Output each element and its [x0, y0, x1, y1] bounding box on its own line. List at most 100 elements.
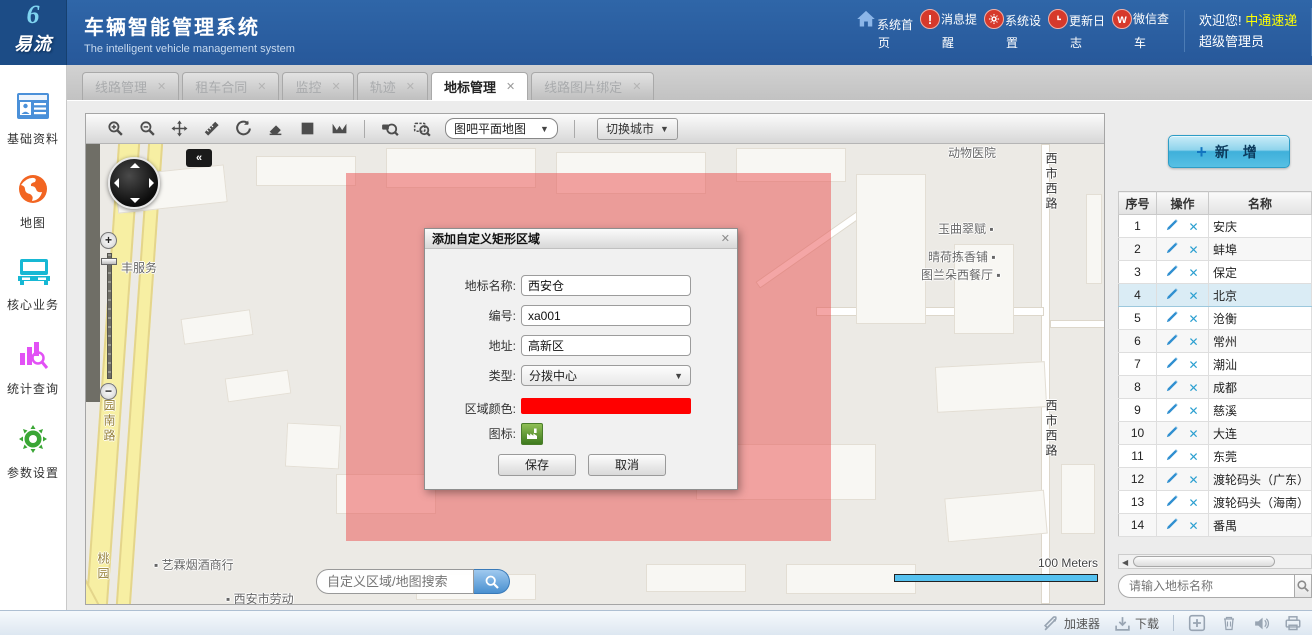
- code-field[interactable]: [521, 305, 691, 326]
- sidebar-item-map[interactable]: 地图: [0, 173, 66, 231]
- edit-icon[interactable]: [1166, 266, 1179, 280]
- tab-close-icon[interactable]: ✕: [331, 80, 340, 93]
- delete-icon[interactable]: ✕: [1188, 335, 1198, 349]
- zoom-out-button[interactable]: −: [100, 383, 117, 400]
- sidebar-item-parameters[interactable]: 参数设置: [0, 423, 66, 481]
- sound-button[interactable]: [1252, 614, 1270, 632]
- table-row[interactable]: 10✕大连: [1119, 422, 1312, 445]
- col-actions[interactable]: 操作: [1157, 192, 1209, 215]
- type-dropdown[interactable]: 分拨中心 ▼: [521, 365, 691, 386]
- nav-wechat[interactable]: w微信查车: [1108, 8, 1172, 51]
- tab-close-icon[interactable]: ✕: [632, 80, 641, 93]
- tab-close-icon[interactable]: ✕: [157, 80, 166, 93]
- delete-icon[interactable]: ✕: [1188, 404, 1198, 418]
- tab-3[interactable]: 轨迹✕: [357, 72, 428, 100]
- area-search-icon[interactable]: [413, 120, 431, 138]
- accelerator-button[interactable]: 加速器: [1043, 615, 1100, 632]
- delete-icon[interactable]: ✕: [1188, 519, 1198, 533]
- zoom-out-icon[interactable]: [138, 120, 156, 138]
- map-search-input[interactable]: [316, 569, 474, 594]
- tab-close-icon[interactable]: ✕: [506, 80, 515, 93]
- landmark-search-button[interactable]: [1295, 574, 1312, 598]
- edit-icon[interactable]: [1166, 519, 1179, 533]
- edit-icon[interactable]: [1166, 473, 1179, 487]
- edit-icon[interactable]: [1166, 358, 1179, 372]
- address-field[interactable]: [521, 335, 691, 356]
- delete-icon[interactable]: ✕: [1188, 312, 1198, 326]
- edit-icon[interactable]: [1166, 243, 1179, 257]
- nav-settings[interactable]: 系统设置: [980, 8, 1044, 51]
- close-icon[interactable]: ✕: [721, 232, 730, 245]
- table-row[interactable]: 6✕常州: [1119, 330, 1312, 353]
- delete-icon[interactable]: ✕: [1188, 473, 1198, 487]
- landmark-icon-picker[interactable]: [521, 423, 543, 445]
- col-index[interactable]: 序号: [1119, 192, 1157, 215]
- collapse-panel-button[interactable]: «: [186, 149, 212, 167]
- delete-icon[interactable]: ✕: [1188, 220, 1198, 234]
- tab-1[interactable]: 租车合同✕: [182, 72, 279, 100]
- scroll-left-icon[interactable]: ◀: [1122, 558, 1128, 567]
- delete-icon[interactable]: ✕: [1188, 289, 1198, 303]
- locate-search-icon[interactable]: [381, 120, 399, 138]
- table-row[interactable]: 3✕保定: [1119, 261, 1312, 284]
- tab-2[interactable]: 监控✕: [282, 72, 353, 100]
- landmark-search-input[interactable]: [1118, 574, 1295, 598]
- table-row[interactable]: 9✕慈溪: [1119, 399, 1312, 422]
- col-name[interactable]: 名称: [1209, 192, 1312, 215]
- table-row[interactable]: 12✕渡轮码头（广东）: [1119, 468, 1312, 491]
- tab-close-icon[interactable]: ✕: [257, 80, 266, 93]
- delete-icon[interactable]: ✕: [1188, 381, 1198, 395]
- table-row[interactable]: 2✕蚌埠: [1119, 238, 1312, 261]
- map-pan-control[interactable]: [108, 157, 160, 209]
- edit-icon[interactable]: [1166, 381, 1179, 395]
- pan-right-icon[interactable]: [149, 178, 154, 188]
- add-widget-button[interactable]: [1188, 614, 1206, 632]
- rectangle-icon[interactable]: [298, 120, 316, 138]
- table-row[interactable]: 4✕北京: [1119, 284, 1312, 307]
- delete-icon[interactable]: ✕: [1188, 427, 1198, 441]
- eraser-icon[interactable]: [266, 120, 284, 138]
- edit-icon[interactable]: [1166, 427, 1179, 441]
- rotate-icon[interactable]: [234, 120, 252, 138]
- table-row[interactable]: 7✕潮汕: [1119, 353, 1312, 376]
- zoom-in-icon[interactable]: [106, 120, 124, 138]
- region-color-swatch[interactable]: [521, 398, 691, 414]
- company-name[interactable]: 中通速递: [1245, 13, 1297, 28]
- pan-left-icon[interactable]: [114, 178, 119, 188]
- table-row[interactable]: 5✕沧衡: [1119, 307, 1312, 330]
- table-row[interactable]: 13✕渡轮码头（海南）: [1119, 491, 1312, 514]
- delete-icon[interactable]: ✕: [1188, 266, 1198, 280]
- polygon-icon[interactable]: [330, 120, 348, 138]
- nav-home[interactable]: 系统首页: [852, 8, 916, 51]
- download-button[interactable]: 下载: [1114, 615, 1159, 632]
- tab-0[interactable]: 线路管理✕: [82, 72, 179, 100]
- nav-messages[interactable]: !消息提醒: [916, 8, 980, 51]
- switch-city-button[interactable]: 切换城市 ▼: [597, 118, 678, 140]
- ruler-icon[interactable]: [202, 120, 220, 138]
- sidebar-item-base-data[interactable]: 基础资料: [0, 91, 66, 147]
- add-landmark-button[interactable]: + 新 增: [1168, 135, 1290, 168]
- zoom-in-button[interactable]: +: [100, 232, 117, 249]
- pan-icon[interactable]: [170, 120, 188, 138]
- delete-icon[interactable]: ✕: [1188, 496, 1198, 510]
- delete-icon[interactable]: ✕: [1188, 450, 1198, 464]
- logo[interactable]: 6 易流: [0, 0, 67, 65]
- table-horizontal-scrollbar[interactable]: ◀: [1118, 554, 1312, 569]
- delete-button[interactable]: [1220, 614, 1238, 632]
- table-row[interactable]: 11✕东莞: [1119, 445, 1312, 468]
- delete-icon[interactable]: ✕: [1188, 243, 1198, 257]
- table-row[interactable]: 1✕安庆: [1119, 215, 1312, 238]
- landmark-name-field[interactable]: [521, 275, 691, 296]
- pan-up-icon[interactable]: [130, 163, 140, 168]
- edit-icon[interactable]: [1166, 450, 1179, 464]
- map-search-button[interactable]: [474, 569, 510, 594]
- edit-icon[interactable]: [1166, 289, 1179, 303]
- nav-changelog[interactable]: 更新日志: [1044, 8, 1108, 51]
- scrollbar-thumb[interactable]: [1133, 556, 1275, 567]
- zoom-slider-handle[interactable]: [101, 258, 117, 265]
- delete-icon[interactable]: ✕: [1188, 358, 1198, 372]
- table-row[interactable]: 8✕成都: [1119, 376, 1312, 399]
- sidebar-item-core-business[interactable]: 核心业务: [0, 257, 66, 313]
- edit-icon[interactable]: [1166, 335, 1179, 349]
- zoom-track[interactable]: [107, 253, 112, 379]
